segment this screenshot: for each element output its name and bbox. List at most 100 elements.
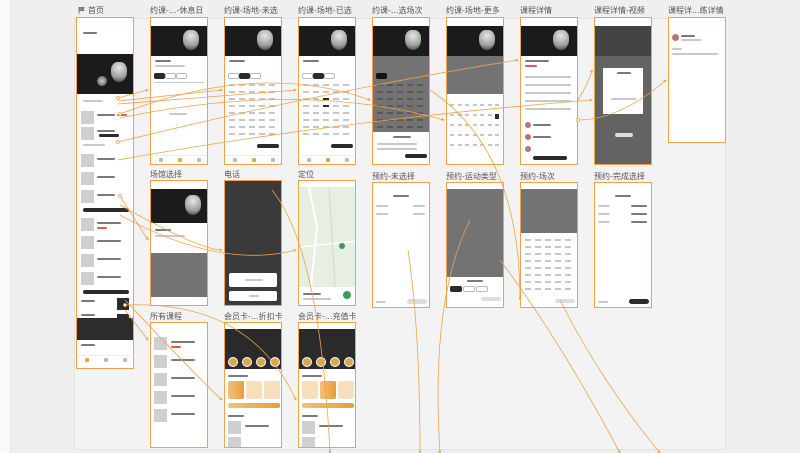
slot-cell[interactable] [229,105,235,107]
calendar-day[interactable] [487,144,492,146]
card-option[interactable] [228,381,244,399]
slot-cell[interactable] [259,119,265,121]
course-thumb[interactable] [154,355,167,368]
form-value[interactable] [631,213,647,215]
calendar-day[interactable] [495,124,499,126]
submit-button[interactable] [407,299,427,304]
calendar-day[interactable] [487,134,492,136]
board-label-membership-stored[interactable]: 会员卡-...充值卡 [298,312,357,322]
course-thumb[interactable] [228,421,241,434]
slot-cell[interactable] [259,126,265,128]
confirm-button[interactable] [405,154,427,158]
slot-cell[interactable] [239,126,245,128]
slot-cell[interactable] [323,84,329,86]
calendar-day[interactable] [457,104,462,106]
tab-coach[interactable] [176,73,187,79]
tab-course[interactable] [154,73,165,79]
board-label-book-venue-unselected[interactable]: 约课-场地-未选 [224,6,278,16]
slot-cell[interactable] [535,246,541,248]
slot-picker-sheet[interactable] [373,132,429,164]
coin-icon[interactable] [344,357,354,367]
slot-cell[interactable] [545,239,551,241]
tab-course[interactable] [228,73,239,79]
course-thumb[interactable] [81,172,94,185]
slot-cell[interactable] [239,84,245,86]
slot-cell[interactable] [313,98,319,100]
calendar-day[interactable] [465,144,469,146]
slot-cell[interactable] [249,105,255,107]
slot-cell[interactable] [313,105,319,107]
slot-cell[interactable] [313,84,319,86]
board-book-venue-more[interactable] [446,17,504,165]
slot-cell[interactable] [525,246,531,248]
slot-row[interactable] [377,148,417,150]
slot-cell[interactable] [269,84,275,86]
slot-cell[interactable] [535,288,541,290]
coin-icon[interactable] [242,357,252,367]
slot-cell[interactable] [535,239,541,241]
slot-cell[interactable] [555,274,561,276]
confirm-button[interactable] [555,299,575,303]
board-book-rest[interactable] [150,17,208,165]
buy-card-button[interactable] [228,403,280,408]
slot-cell[interactable] [555,288,561,290]
calendar-day[interactable] [457,114,462,116]
board-label-membership-discount[interactable]: 会员卡-...折扣卡 [224,312,283,322]
slot-cell[interactable] [323,98,329,100]
board-book-venue-selected[interactable] [298,17,356,165]
slot-cell[interactable] [333,84,339,86]
calendar-day[interactable] [472,134,477,136]
board-course-detail-video[interactable] [594,17,652,165]
slot-cell[interactable] [333,133,339,135]
form-value[interactable] [413,213,425,215]
video-player[interactable] [595,26,651,56]
board-label-venue-select[interactable]: 场馆选择 [150,170,182,180]
calendar-day[interactable] [472,144,477,146]
book-course-button[interactable] [533,156,567,160]
calendar-day[interactable] [480,104,484,106]
slot-cell[interactable] [545,246,551,248]
slot-cell[interactable] [565,274,571,276]
slot-cell[interactable] [259,98,265,100]
cancel-button[interactable] [229,291,277,301]
slot-cell[interactable] [343,133,349,135]
modal-overlay[interactable] [447,56,503,96]
coach-photo[interactable] [117,298,129,310]
slot-cell[interactable] [269,98,275,100]
slot-cell[interactable] [259,112,265,114]
form-value[interactable] [631,221,647,223]
slot-cell[interactable] [343,126,349,128]
slot-cell[interactable] [555,246,561,248]
slot-cell[interactable] [333,91,339,93]
coin-icon[interactable] [302,357,312,367]
calendar-day[interactable] [465,104,469,106]
slot-cell[interactable] [535,253,541,255]
board-label-book-rest[interactable]: 约课-...-休息日 [150,6,203,16]
slot-cell[interactable] [565,253,571,255]
confirm-button[interactable] [481,297,501,301]
slot-cell[interactable] [303,126,309,128]
tab-coach[interactable] [250,73,261,79]
board-label-reserve-done[interactable]: 预约-完成选择 [594,172,645,182]
slot-cell[interactable] [313,133,319,135]
slot-cell[interactable] [249,98,255,100]
calendar-day[interactable] [495,114,499,119]
slot-cell[interactable] [229,119,235,121]
course-thumb[interactable] [81,272,94,285]
slot-cell[interactable] [525,239,531,241]
slot-cell[interactable] [313,119,319,121]
slot-cell[interactable] [229,112,235,114]
board-label-reserve-slot[interactable]: 预约-场次 [520,172,555,182]
board-label-reserve-unselected[interactable]: 预约-未选择 [372,172,415,182]
slot-cell[interactable] [229,91,235,93]
coach-card[interactable] [77,318,133,340]
board-book-select-slot[interactable] [372,17,430,165]
slot-cell[interactable] [555,239,561,241]
card-option[interactable] [338,381,354,399]
slot-cell[interactable] [259,105,265,107]
board-location[interactable] [298,180,356,306]
slot-cell[interactable] [525,274,531,276]
board-all-courses[interactable] [150,322,208,448]
slot-cell[interactable] [565,239,571,241]
calendar-day[interactable] [495,144,499,146]
